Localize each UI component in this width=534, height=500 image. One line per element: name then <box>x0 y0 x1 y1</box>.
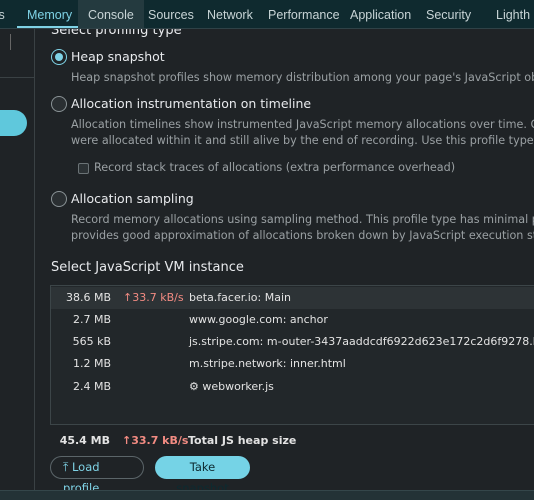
heap-snapshot-label[interactable]: Heap snapshot <box>71 49 165 64</box>
record-stack-traces-label[interactable]: Record stack traces of allocations (extr… <box>94 161 455 174</box>
load-profile-button[interactable]: ⤒ Load profile <box>50 456 144 490</box>
tab-memory[interactable]: Memory <box>17 0 83 28</box>
allocation-sampling-desc-2: provides good approximation of allocatio… <box>71 229 534 242</box>
radio-allocation-timeline[interactable] <box>51 96 67 112</box>
heap-size: 2.7 MB <box>72 313 111 326</box>
instance-name: ⚙ webworker.js <box>189 380 274 393</box>
instance-name: beta.facer.io: Main <box>189 291 291 304</box>
sidebar-divider <box>0 77 35 78</box>
tab-security[interactable]: Security <box>416 0 481 28</box>
tab-application[interactable]: Application <box>340 0 421 28</box>
vm-instance-list: 38.6 MB ↑33.7 kB/s beta.facer.io: Main 2… <box>50 285 534 425</box>
load-profile-label: Load profile <box>63 460 100 490</box>
heap-size: 38.6 MB <box>65 291 111 304</box>
allocation-timeline-desc-2: were allocated within it and still alive… <box>71 134 534 147</box>
total-heap-row: 45.4 MB ↑33.7 kB/s Total JS heap size <box>50 431 534 451</box>
heap-snapshot-desc: Heap snapshot profiles show memory distr… <box>71 71 534 84</box>
total-heap-rate: ↑33.7 kB/s <box>122 434 189 447</box>
tab-console[interactable]: Console <box>78 0 144 28</box>
bottom-drawer-bar <box>0 490 534 500</box>
sidebar-action-button[interactable] <box>0 110 27 136</box>
vm-instance-row[interactable]: 38.6 MB ↑33.7 kB/s beta.facer.io: Main <box>51 287 534 309</box>
memory-panel: Select profiling type Heap snapshot Heap… <box>36 29 534 490</box>
instance-name: m.stripe.network: inner.html <box>189 357 346 370</box>
profiling-type-heading: Select profiling type <box>51 29 182 38</box>
radio-heap-snapshot[interactable] <box>51 49 67 65</box>
tab-elements[interactable]: ts <box>0 0 5 28</box>
total-heap-label: Total JS heap size <box>188 434 297 447</box>
allocation-sampling-label[interactable]: Allocation sampling <box>71 191 194 206</box>
toolbar-separator <box>10 34 11 50</box>
vm-instance-row[interactable]: 2.4 MB ⚙ webworker.js <box>51 376 534 398</box>
heap-size: 565 kB <box>72 335 111 348</box>
tab-performance[interactable]: Performance <box>258 0 350 28</box>
heap-size: 2.4 MB <box>72 380 111 393</box>
tab-lighthouse[interactable]: Lighth <box>486 0 530 28</box>
tab-network[interactable]: Network <box>197 0 263 28</box>
allocation-sampling-desc-1: Record memory allocations using sampling… <box>71 213 534 226</box>
instance-name: js.stripe.com: m-outer-3437aaddcdf6922d6… <box>189 335 534 348</box>
vm-instance-row[interactable]: 1.2 MB m.stripe.network: inner.html <box>51 353 534 375</box>
instance-name: www.google.com: anchor <box>189 313 328 326</box>
allocation-timeline-desc-1: Allocation timelines show instrumented J… <box>71 118 534 131</box>
tab-sources[interactable]: Sources <box>138 0 204 28</box>
total-heap-size: 45.4 MB <box>59 434 110 447</box>
take-snapshot-button[interactable]: Take snapshot <box>155 456 250 490</box>
allocation-timeline-label[interactable]: Allocation instrumentation on timeline <box>71 96 311 111</box>
record-stack-traces-checkbox[interactable] <box>78 163 89 174</box>
devtools-tab-bar: ts Memory Console Sources Network Perfor… <box>0 0 534 29</box>
upload-icon: ⤒ <box>63 460 69 474</box>
vm-instance-heading: Select JavaScript VM instance <box>51 260 244 275</box>
profiles-sidebar <box>0 29 35 490</box>
radio-allocation-sampling[interactable] <box>51 191 67 207</box>
heap-size: 1.2 MB <box>72 357 111 370</box>
vm-instance-row[interactable]: 2.7 MB www.google.com: anchor <box>51 309 534 331</box>
heap-rate: ↑33.7 kB/s <box>123 291 184 304</box>
vm-instance-row[interactable]: 565 kB js.stripe.com: m-outer-3437aaddcd… <box>51 331 534 353</box>
